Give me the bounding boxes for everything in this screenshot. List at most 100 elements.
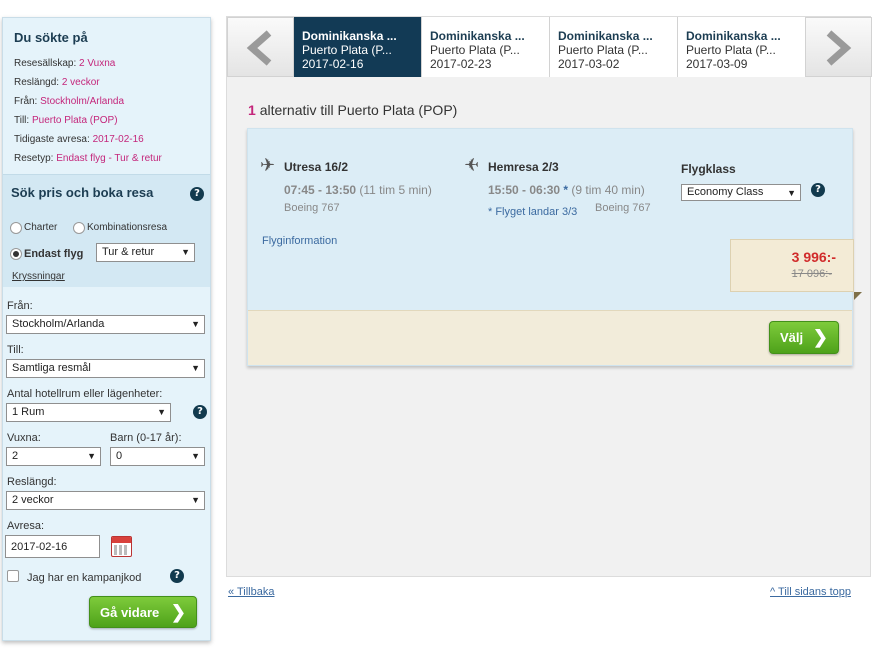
outbound-time-range: 07:45 - 13:50 xyxy=(284,183,357,197)
summary-value: Endast flyg - Tur & retur xyxy=(56,153,162,164)
return-time-range: 15:50 - 06:30 xyxy=(488,183,561,197)
outbound-aircraft: Boeing 767 xyxy=(284,202,340,214)
price-tag: 3 996:- 17 096:- xyxy=(730,239,862,300)
summary-row-length: Reslängd: 2 veckor xyxy=(14,73,200,92)
radio-kombinationsresa[interactable]: Kombinationsresa xyxy=(73,220,167,234)
return-aircraft: Boeing 767 xyxy=(595,202,651,214)
help-icon[interactable]: ? xyxy=(190,187,204,201)
kryssningar-link[interactable]: Kryssningar xyxy=(12,271,65,282)
tab-airport: Puerto Plata (P... xyxy=(686,43,776,57)
radio-endast-flyg[interactable]: Endast flyg xyxy=(10,246,83,260)
flight-info-link[interactable]: Flyginformation xyxy=(262,235,337,247)
chevron-left-icon xyxy=(246,30,272,66)
chevron-down-icon: ▼ xyxy=(157,407,166,417)
calendar-icon[interactable] xyxy=(111,536,132,557)
trip-type-select[interactable]: Tur & retur ▼ xyxy=(96,243,195,262)
summary-row-triptype: Resetyp: Endast flyg - Tur & retur xyxy=(14,149,200,168)
select-value: 1 Rum xyxy=(12,406,45,418)
campaign-checkbox[interactable] xyxy=(7,570,19,582)
summary-title: Du sökte på xyxy=(14,30,88,45)
outbound-title: Utresa 16/2 xyxy=(284,160,349,174)
airplane-icon: ✈ xyxy=(260,155,276,175)
help-icon[interactable]: ? xyxy=(811,183,825,197)
summary-value: Puerto Plata (POP) xyxy=(31,115,118,126)
from-select[interactable]: Stockholm/Arlanda ▼ xyxy=(6,315,205,334)
tab-airport: Puerto Plata (P... xyxy=(302,43,392,57)
summary-value: 2 veckor xyxy=(61,77,100,88)
adults-select[interactable]: 2 ▼ xyxy=(6,447,101,466)
summary-label: Resetyp: xyxy=(14,153,54,164)
date-tab-1[interactable]: Dominikanska ... Puerto Plata (P... 2017… xyxy=(294,17,422,77)
date-tabs: Dominikanska ... Puerto Plata (P... 2017… xyxy=(227,17,872,77)
select-value: Stockholm/Arlanda xyxy=(12,318,105,330)
flight-class-select[interactable]: Economy Class ▼ xyxy=(681,184,801,201)
from-label: Från: xyxy=(7,300,33,312)
continue-button[interactable]: Gå vidare ❯ xyxy=(89,596,197,628)
select-flight-button[interactable]: Välj ❯ xyxy=(769,321,839,354)
landing-note: * Flyget landar 3/3 xyxy=(488,206,578,218)
select-value: Samtliga resmål xyxy=(12,362,91,374)
children-select[interactable]: 0 ▼ xyxy=(110,447,205,466)
to-label: Till: xyxy=(7,344,24,356)
radio-charter[interactable]: Charter xyxy=(10,220,57,234)
date-tab-3[interactable]: Dominikanska ... Puerto Plata (P... 2017… xyxy=(550,17,678,77)
results-panel: Dominikanska ... Puerto Plata (P... 2017… xyxy=(226,16,872,577)
radio-label: Kombinationsresa xyxy=(87,222,168,234)
chevron-right-icon: ❯ xyxy=(170,602,186,622)
select-value: 0 xyxy=(116,450,123,462)
date-tab-4[interactable]: Dominikanska ... Puerto Plata (P... 2017… xyxy=(678,17,806,77)
outbound-times: 07:45 - 13:50 (11 tim 5 min) xyxy=(284,183,432,197)
help-icon[interactable]: ? xyxy=(170,569,184,583)
return-star: * xyxy=(563,183,569,197)
results-count-text: alternativ till Puerto Plata (POP) xyxy=(259,102,458,118)
depart-date-input[interactable]: 2017-02-16 xyxy=(5,535,100,558)
outbound-duration: (11 tim 5 min) xyxy=(359,183,432,197)
date-tab-2[interactable]: Dominikanska ... Puerto Plata (P... 2017… xyxy=(422,17,550,77)
original-price: 17 096:- xyxy=(791,268,832,280)
search-form-title: Sök pris och boka resa xyxy=(11,185,154,200)
price-tag-fold xyxy=(854,292,862,300)
summary-value: Stockholm/Arlanda xyxy=(40,96,125,107)
radio-label: Charter xyxy=(24,222,58,234)
back-to-top-link[interactable]: ^ Till sidans topp xyxy=(770,586,851,598)
tab-date: 2017-02-23 xyxy=(430,57,492,71)
summary-label: Från: xyxy=(14,96,38,107)
to-select[interactable]: Samtliga resmål ▼ xyxy=(6,359,205,378)
rooms-select[interactable]: 1 Rum ▼ xyxy=(6,403,171,422)
radio-button[interactable] xyxy=(10,221,22,234)
summary-value: 2017-02-16 xyxy=(92,134,144,145)
back-link[interactable]: « Tillbaka xyxy=(228,586,274,598)
tab-destination: Dominikanska ... xyxy=(558,29,653,43)
card-footer: Välj ❯ xyxy=(248,310,852,365)
tab-destination: Dominikanska ... xyxy=(686,29,781,43)
chevron-right-icon: ❯ xyxy=(812,327,828,347)
depart-label: Avresa: xyxy=(7,520,45,532)
select-value: 2 veckor xyxy=(12,494,54,506)
flight-option-card: ✈ Utresa 16/2 07:45 - 13:50 (11 tim 5 mi… xyxy=(247,128,862,366)
summary-label: Resesällskap: xyxy=(14,58,77,69)
radio-button-selected[interactable] xyxy=(10,247,22,260)
next-dates-button[interactable] xyxy=(805,17,872,77)
return-times: 15:50 - 06:30 * (9 tim 40 min) xyxy=(488,183,645,197)
radio-button[interactable] xyxy=(73,221,85,234)
chevron-down-icon: ▼ xyxy=(191,363,200,373)
search-form-header: Sök pris och boka resa ? Charter Kombina… xyxy=(3,174,210,287)
children-label: Barn (0-17 år): xyxy=(110,432,182,444)
summary-row-to: Till: Puerto Plata (POP) xyxy=(14,111,200,130)
tab-date: 2017-03-09 xyxy=(686,57,748,71)
summary-row-depart: Tidigaste avresa: 2017-02-16 xyxy=(14,130,200,149)
tab-destination: Dominikanska ... xyxy=(430,29,525,43)
airplane-return-icon: ✈ xyxy=(464,155,480,175)
return-title: Hemresa 2/3 xyxy=(488,160,559,174)
length-select[interactable]: 2 veckor ▼ xyxy=(6,491,205,510)
help-icon[interactable]: ? xyxy=(193,405,207,419)
results-count: 1 alternativ till Puerto Plata (POP) xyxy=(248,102,457,118)
previous-dates-button[interactable] xyxy=(227,17,294,77)
select-value: Economy Class xyxy=(687,186,764,198)
chevron-down-icon: ▼ xyxy=(787,188,796,198)
price-tag-body xyxy=(730,239,854,292)
chevron-right-icon xyxy=(826,30,852,66)
summary-label: Till: xyxy=(14,115,30,126)
campaign-label: Jag har en kampanjkod xyxy=(27,572,142,584)
chevron-down-icon: ▼ xyxy=(191,451,200,461)
